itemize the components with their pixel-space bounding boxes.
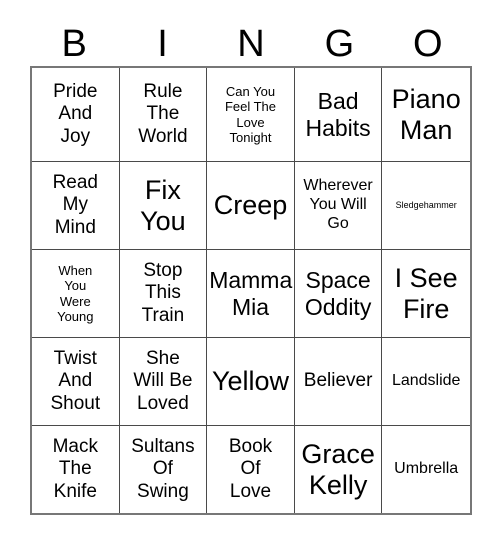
bingo-cell-r2-c4[interactable]: Wherever You Will Go — [294, 162, 383, 250]
bingo-cell-r3-c1[interactable]: When You Were Young — [32, 250, 120, 338]
bingo-cell-label: Wherever You Will Go — [303, 177, 373, 232]
bingo-cell-label: Sledgehammer — [395, 200, 457, 211]
bingo-cell-r2-c5[interactable]: Sledgehammer — [382, 162, 470, 250]
bingo-cell-label: Twist And Shout — [50, 348, 101, 414]
bingo-header-letter-g: G — [324, 23, 355, 65]
bingo-cell-r4-c5[interactable]: Landslide — [382, 338, 470, 426]
bingo-cell-label: Pride And Joy — [53, 81, 98, 147]
bingo-cell-label: Mack The Knife — [52, 436, 98, 502]
bingo-cell-r4-c1[interactable]: Twist And Shout — [32, 338, 120, 426]
bingo-cell-r4-c3[interactable]: Yellow — [207, 338, 295, 426]
bingo-cell-label: She Will Be Loved — [133, 348, 193, 414]
bingo-cell-label: Fix You — [140, 175, 186, 236]
bingo-cell-label: Read My Mind — [52, 172, 98, 238]
bingo-cell-r4-c2[interactable]: She Will Be Loved — [119, 338, 208, 426]
bingo-cell-label: Piano Man — [391, 84, 461, 145]
bingo-header-letter-i: I — [157, 23, 168, 65]
bingo-header-letter-b: B — [61, 23, 87, 65]
bingo-cell-label: Rule The World — [138, 81, 188, 147]
bingo-header-letter-o: O — [412, 23, 443, 65]
bingo-cell-r5-c4[interactable]: Grace Kelly — [294, 426, 383, 513]
bingo-cell-r3-c4[interactable]: Space Oddity — [294, 250, 383, 338]
bingo-cell-r1-c1[interactable]: Pride And Joy — [32, 68, 120, 162]
bingo-cell-r4-c4[interactable]: Believer — [294, 338, 383, 426]
bingo-cell-r2-c3[interactable]: Creep — [207, 162, 295, 250]
bingo-cell-r5-c2[interactable]: Sultans Of Swing — [119, 426, 208, 513]
bingo-cell-label: Mamma Mia — [209, 267, 293, 320]
bingo-cell-label: Umbrella — [394, 460, 459, 478]
bingo-cell-label: Sultans Of Swing — [131, 436, 195, 502]
bingo-cell-r5-c5[interactable]: Umbrella — [382, 426, 470, 513]
bingo-cell-label: Creep — [213, 190, 288, 221]
bingo-cell-r1-c4[interactable]: Bad Habits — [294, 68, 383, 162]
bingo-cell-r2-c2[interactable]: Fix You — [119, 162, 208, 250]
bingo-cell-r1-c3[interactable]: Can You Feel The Love Tonight — [207, 68, 295, 162]
bingo-header-letter-n: N — [237, 23, 265, 65]
bingo-header-row: B I N G O — [30, 22, 472, 66]
bingo-cell-r3-c3[interactable]: Mamma Mia — [207, 250, 295, 338]
bingo-cell-label: Believer — [303, 370, 373, 392]
bingo-cell-r2-c1[interactable]: Read My Mind — [32, 162, 120, 250]
bingo-cell-label: I See Fire — [394, 263, 458, 324]
bingo-cell-label: Space Oddity — [304, 267, 372, 320]
bingo-cell-r3-c5[interactable]: I See Fire — [382, 250, 470, 338]
bingo-cell-r1-c5[interactable]: Piano Man — [382, 68, 470, 162]
bingo-card: B I N G O Pride And Joy Rule The World Can… — [0, 0, 500, 544]
bingo-cell-label: Can You Feel The Love Tonight — [224, 83, 277, 145]
bingo-cell-label: Yellow — [211, 366, 290, 397]
bingo-cell-r3-c2[interactable]: Stop This Train — [119, 250, 208, 338]
bingo-cell-label: Landslide — [391, 372, 461, 390]
bingo-cell-label: Book Of Love — [228, 436, 273, 502]
bingo-cell-label: Grace Kelly — [301, 439, 375, 500]
bingo-cell-r5-c3[interactable]: Book Of Love — [207, 426, 295, 513]
bingo-cell-label: Stop This Train — [141, 260, 185, 326]
bingo-cell-label: When You Were Young — [57, 262, 94, 324]
bingo-cell-r5-c1[interactable]: Mack The Knife — [32, 426, 120, 513]
bingo-cell-r1-c2[interactable]: Rule The World — [119, 68, 208, 162]
bingo-cell-label: Bad Habits — [305, 88, 371, 141]
bingo-grid: Pride And Joy Rule The World Can You Feel … — [30, 66, 472, 515]
